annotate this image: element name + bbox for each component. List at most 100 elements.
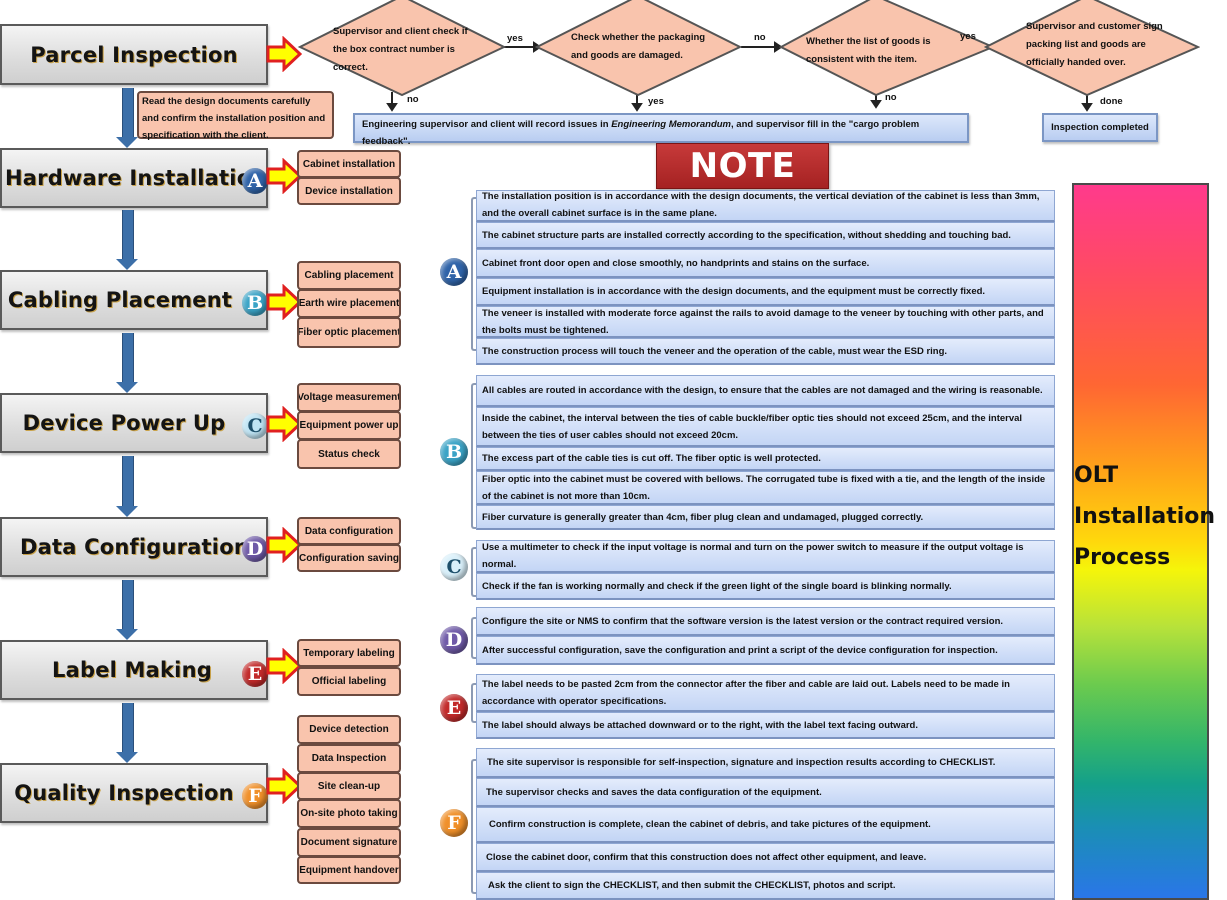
- diagram-title: OLT Installation Process: [1074, 455, 1224, 578]
- note-item: The site supervisor is responsible for s…: [476, 748, 1055, 778]
- note-item: The supervisor checks and saves the data…: [476, 778, 1055, 807]
- issue-text-memorandum: Engineering Memorandum: [611, 119, 732, 130]
- notes-group-f: The site supervisor is responsible for s…: [476, 748, 1055, 900]
- notes-group-e: The label needs to be pasted 2cm from th…: [476, 674, 1055, 739]
- stage-label: Hardware Installation: [5, 166, 267, 190]
- decision-text: Supervisor and client check if the box c…: [333, 26, 468, 73]
- decision-text: Whether the list of goods is consistent …: [806, 36, 931, 65]
- notes-group-b: All cables are routed in accordance with…: [476, 375, 1055, 530]
- substep-cabling-placement: Cabling placement: [297, 261, 401, 290]
- flow-label-no: no: [754, 32, 766, 43]
- substep-device-detection: Device detection: [297, 715, 401, 744]
- flow-label-done: done: [1100, 96, 1123, 107]
- note-item: Close the cabinet door, confirm that thi…: [476, 843, 1055, 872]
- note-badge-a-icon: A: [440, 258, 468, 286]
- note-item: Fiber optic into the cabinet must be cov…: [476, 471, 1055, 505]
- title-line: Process: [1074, 545, 1171, 570]
- note-badge-b-icon: B: [440, 438, 468, 466]
- inspection-completed-box: Inspection completed: [1042, 113, 1158, 142]
- substep-cabinet-installation: Cabinet installation: [297, 150, 401, 178]
- substep-configuration-saving: Configuration saving: [297, 544, 401, 572]
- note-item: Check if the fan is working normally and…: [476, 573, 1055, 600]
- badge-a-icon: A: [242, 168, 268, 194]
- badge-e-icon: E: [242, 661, 268, 687]
- note-item: Ask the client to sign the CHECKLIST, an…: [476, 872, 1055, 900]
- badge-b-icon: B: [242, 290, 268, 316]
- flow-label-yes: yes: [648, 96, 664, 107]
- down-arrow-icon: [116, 456, 138, 517]
- title-line: OLT: [1074, 463, 1119, 488]
- substep-data-configuration: Data configuration: [297, 517, 401, 545]
- note-item: After successful configuration, save the…: [476, 636, 1055, 665]
- down-arrow-icon: [116, 210, 138, 270]
- substep-fiber-optic-placement: Fiber optic placement: [297, 317, 401, 348]
- note-item: Configure the site or NMS to confirm tha…: [476, 607, 1055, 636]
- decision-handover: Supervisor and customer sign packing lis…: [984, 0, 1200, 96]
- note-banner: NOTE: [656, 143, 829, 189]
- stage-data-configuration: Data Configuration: [0, 517, 268, 577]
- substep-equipment-power-up: Equipment power up: [297, 411, 401, 440]
- note-item: The cabinet structure parts are installe…: [476, 222, 1055, 249]
- stage-label: Quality Inspection: [14, 781, 234, 805]
- note-item: Cabinet front door open and close smooth…: [476, 249, 1055, 278]
- badge-d-icon: D: [242, 536, 268, 562]
- note-item: Use a multimeter to check if the input v…: [476, 540, 1055, 573]
- notes-group-c: Use a multimeter to check if the input v…: [476, 540, 1055, 600]
- stage-label: Label Making: [52, 658, 212, 682]
- substep-data-inspection: Data Inspection: [297, 744, 401, 773]
- note-item: The excess part of the cable ties is cut…: [476, 447, 1055, 471]
- inspection-completed-text: Inspection completed: [1051, 122, 1149, 133]
- note-badge-e-icon: E: [440, 694, 468, 722]
- issue-text-prefix: Engineering supervisor and client will r…: [362, 119, 612, 130]
- badge-c-icon: C: [242, 413, 268, 439]
- down-arrow-icon: [116, 333, 138, 393]
- note-item: The veneer is installed with moderate fo…: [476, 306, 1055, 338]
- note-item: Equipment installation is in accordance …: [476, 278, 1055, 306]
- stage-cabling-placement: Cabling Placement: [0, 270, 268, 330]
- substep-site-clean-up: Site clean-up: [297, 772, 401, 800]
- decision-packaging-damage: Check whether the packaging and goods ar…: [535, 0, 745, 96]
- flow-label-yes: yes: [960, 31, 976, 42]
- down-arrow-icon: [116, 703, 138, 763]
- flow-label-yes: yes: [507, 33, 523, 44]
- issue-record-box: Engineering supervisor and client will r…: [353, 113, 969, 147]
- note-badge-d-icon: D: [440, 626, 468, 654]
- substep-official-labeling: Official labeling: [297, 667, 401, 696]
- note-item: Fiber curvature is generally greater tha…: [476, 505, 1055, 530]
- title-line: Installation: [1074, 504, 1216, 529]
- substep-document-signature: Document signature: [297, 828, 401, 857]
- substep-on-site-photo-taking: On-site photo taking: [297, 799, 401, 828]
- note-item: All cables are routed in accordance with…: [476, 375, 1055, 407]
- note-item: Inside the cabinet, the interval between…: [476, 407, 1055, 447]
- substep-status-check: Status check: [297, 439, 401, 469]
- notes-group-a: The installation position is in accordan…: [476, 190, 1055, 365]
- stage-label-making: Label Making: [0, 640, 268, 700]
- note-item: The installation position is in accordan…: [476, 190, 1055, 222]
- stage-device-power-up: Device Power Up: [0, 393, 268, 453]
- decision-box-contract: Supervisor and client check if the box c…: [297, 0, 507, 96]
- down-arrow-icon: [116, 580, 138, 640]
- stage-hardware-installation: Hardware Installation: [0, 148, 268, 208]
- substep-device-installation: Device installation: [297, 177, 401, 205]
- note-item: The label needs to be pasted 2cm from th…: [476, 674, 1055, 712]
- decision-goods-list: Whether the list of goods is consistent …: [779, 0, 994, 96]
- flow-label-no: no: [885, 92, 897, 103]
- substep-temporary-labeling: Temporary labeling: [297, 639, 401, 667]
- stage-label: Data Configuration: [20, 535, 249, 559]
- notes-group-d: Configure the site or NMS to confirm tha…: [476, 607, 1055, 665]
- flow-label-no: no: [407, 94, 419, 105]
- substep-voltage-measurement: Voltage measurement: [297, 383, 401, 412]
- note-item: The label should always be attached down…: [476, 712, 1055, 739]
- stage-quality-inspection: Quality Inspection: [0, 763, 268, 823]
- stage-label: Device Power Up: [22, 411, 226, 435]
- decision-text: Supervisor and customer sign packing lis…: [1026, 21, 1163, 68]
- badge-f-icon: F: [242, 783, 268, 809]
- substep-earth-wire-placement: Earth wire placement: [297, 289, 401, 318]
- note-item: The construction process will touch the …: [476, 338, 1055, 365]
- stage-label: Cabling Placement: [7, 288, 233, 312]
- decision-text: Check whether the packaging and goods ar…: [571, 32, 706, 61]
- substep-equipment-handover: Equipment handover: [297, 856, 401, 884]
- note-item: Confirm construction is complete, clean …: [476, 807, 1055, 843]
- note-badge-f-icon: F: [440, 809, 468, 837]
- note-badge-c-icon: C: [440, 553, 468, 581]
